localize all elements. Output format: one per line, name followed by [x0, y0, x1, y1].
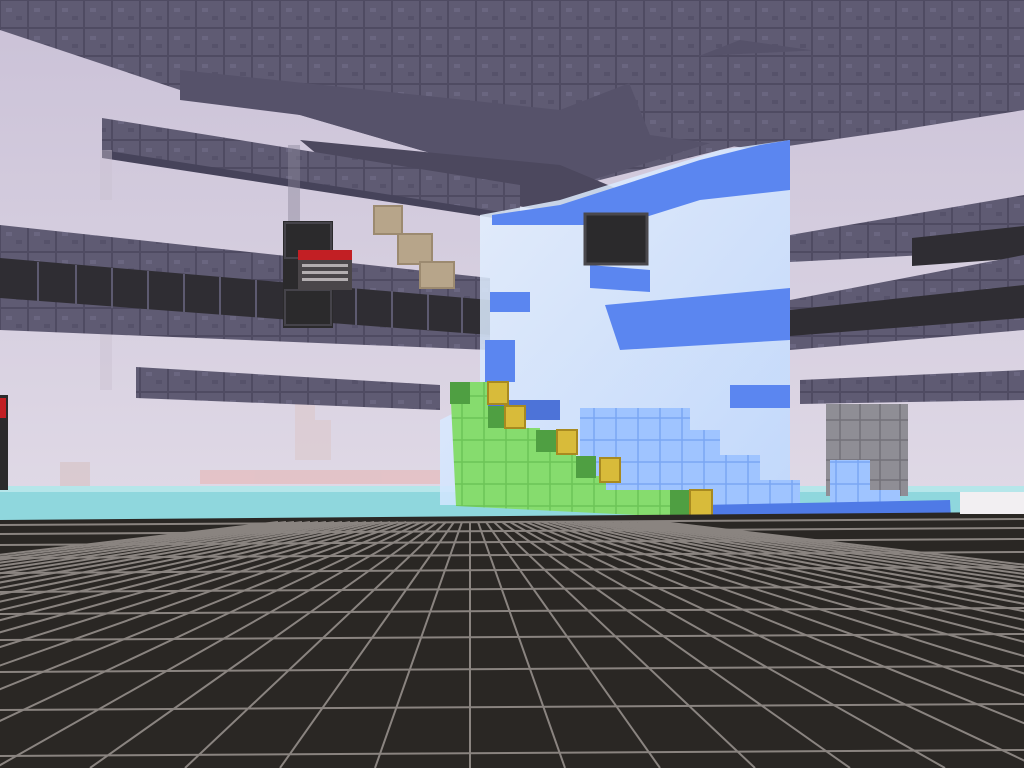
distant-platform — [960, 492, 1024, 514]
checkered-floor — [0, 512, 1024, 768]
black-cube — [583, 212, 649, 266]
game-viewport[interactable] — [0, 0, 1024, 768]
